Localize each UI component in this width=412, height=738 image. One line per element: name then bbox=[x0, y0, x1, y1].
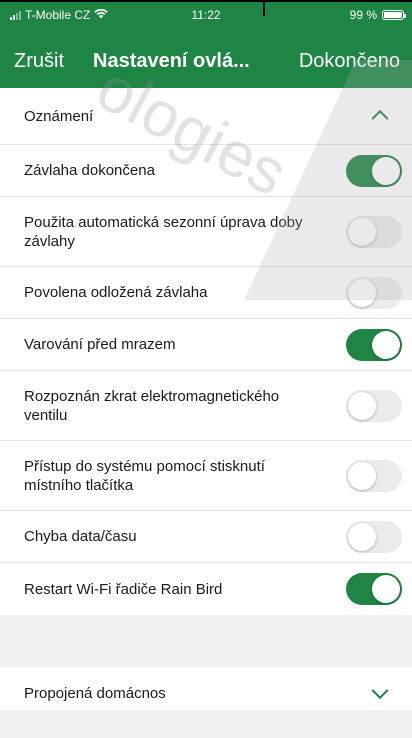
battery-percent: 99 % bbox=[349, 8, 377, 22]
setting-label: Chyba data/času bbox=[24, 528, 137, 545]
setting-label: Přístup do systému pomocí stisknutí míst… bbox=[24, 457, 265, 494]
setting-row-datetime-error: Chyba data/času bbox=[0, 511, 412, 563]
status-bar: T-Mobile CZ 11:22 99 % bbox=[0, 2, 412, 26]
toggle-knob bbox=[372, 330, 400, 359]
setting-label: Použita automatická sezonní úprava doby … bbox=[24, 213, 303, 250]
toggle-knob bbox=[348, 522, 376, 551]
section-spacer bbox=[0, 615, 412, 667]
setting-label: Varování před mrazem bbox=[24, 336, 176, 353]
toggle-irrigation-complete[interactable] bbox=[346, 154, 402, 187]
toggle-seasonal-adjust[interactable] bbox=[346, 215, 402, 248]
bottom-spacer bbox=[0, 710, 412, 738]
setting-label: Povolena odložená závlaha bbox=[24, 284, 208, 301]
cancel-button[interactable]: Zrušit bbox=[14, 50, 64, 73]
section-connected-home-label: Propojená domácnos bbox=[24, 684, 166, 702]
toggle-knob bbox=[372, 156, 400, 185]
setting-label: Rozpoznán zkrat elektromagnetického vent… bbox=[24, 387, 280, 424]
navigation-bar: Zrušit Nastavení ovlá... Dokončeno bbox=[0, 42, 412, 82]
setting-row-frost-warning: Varování před mrazem bbox=[0, 319, 412, 371]
status-right: 99 % bbox=[349, 8, 406, 22]
setting-row-irrigation-complete: Závlaha dokončena bbox=[0, 145, 412, 197]
battery-icon bbox=[382, 10, 406, 20]
toggle-knob bbox=[372, 575, 400, 603]
done-button[interactable]: Dokončeno bbox=[299, 50, 400, 73]
toggle-knob bbox=[348, 391, 376, 420]
setting-label: Závlaha dokončena bbox=[24, 162, 155, 179]
chevron-up-icon bbox=[371, 109, 389, 127]
chevron-down-icon bbox=[371, 682, 389, 700]
setting-label: Restart Wi-Fi řadiče Rain Bird bbox=[24, 580, 223, 598]
toggle-frost-warning[interactable] bbox=[346, 328, 402, 361]
toggle-valve-short[interactable] bbox=[346, 389, 402, 422]
toggle-datetime-error[interactable] bbox=[346, 520, 402, 553]
section-notifications-header[interactable]: Oznámení bbox=[0, 88, 412, 145]
page-title: Nastavení ovlá... bbox=[93, 50, 250, 72]
toggle-delayed-irrigation[interactable] bbox=[346, 276, 402, 309]
section-notifications-label: Oznámení bbox=[24, 107, 94, 125]
toggle-knob bbox=[348, 461, 376, 490]
toggle-local-button-access[interactable] bbox=[346, 459, 402, 492]
setting-row-valve-short: Rozpoznán zkrat elektromagnetického vent… bbox=[0, 371, 412, 441]
toggle-wifi-restart[interactable] bbox=[346, 573, 402, 605]
top-tick bbox=[263, 0, 265, 16]
toggle-knob bbox=[348, 217, 376, 246]
toggle-knob bbox=[348, 278, 376, 307]
setting-row-wifi-restart: Restart Wi-Fi řadiče Rain Bird bbox=[0, 563, 412, 615]
settings-list: Oznámení Závlaha dokončena Použita autom… bbox=[0, 88, 412, 719]
app-header: T-Mobile CZ 11:22 99 % Zrušit Nastavení … bbox=[0, 2, 412, 88]
setting-row-seasonal-adjust: Použita automatická sezonní úprava doby … bbox=[0, 197, 412, 267]
setting-row-delayed-irrigation: Povolena odložená závlaha bbox=[0, 267, 412, 319]
setting-row-local-button-access: Přístup do systému pomocí stisknutí míst… bbox=[0, 441, 412, 511]
